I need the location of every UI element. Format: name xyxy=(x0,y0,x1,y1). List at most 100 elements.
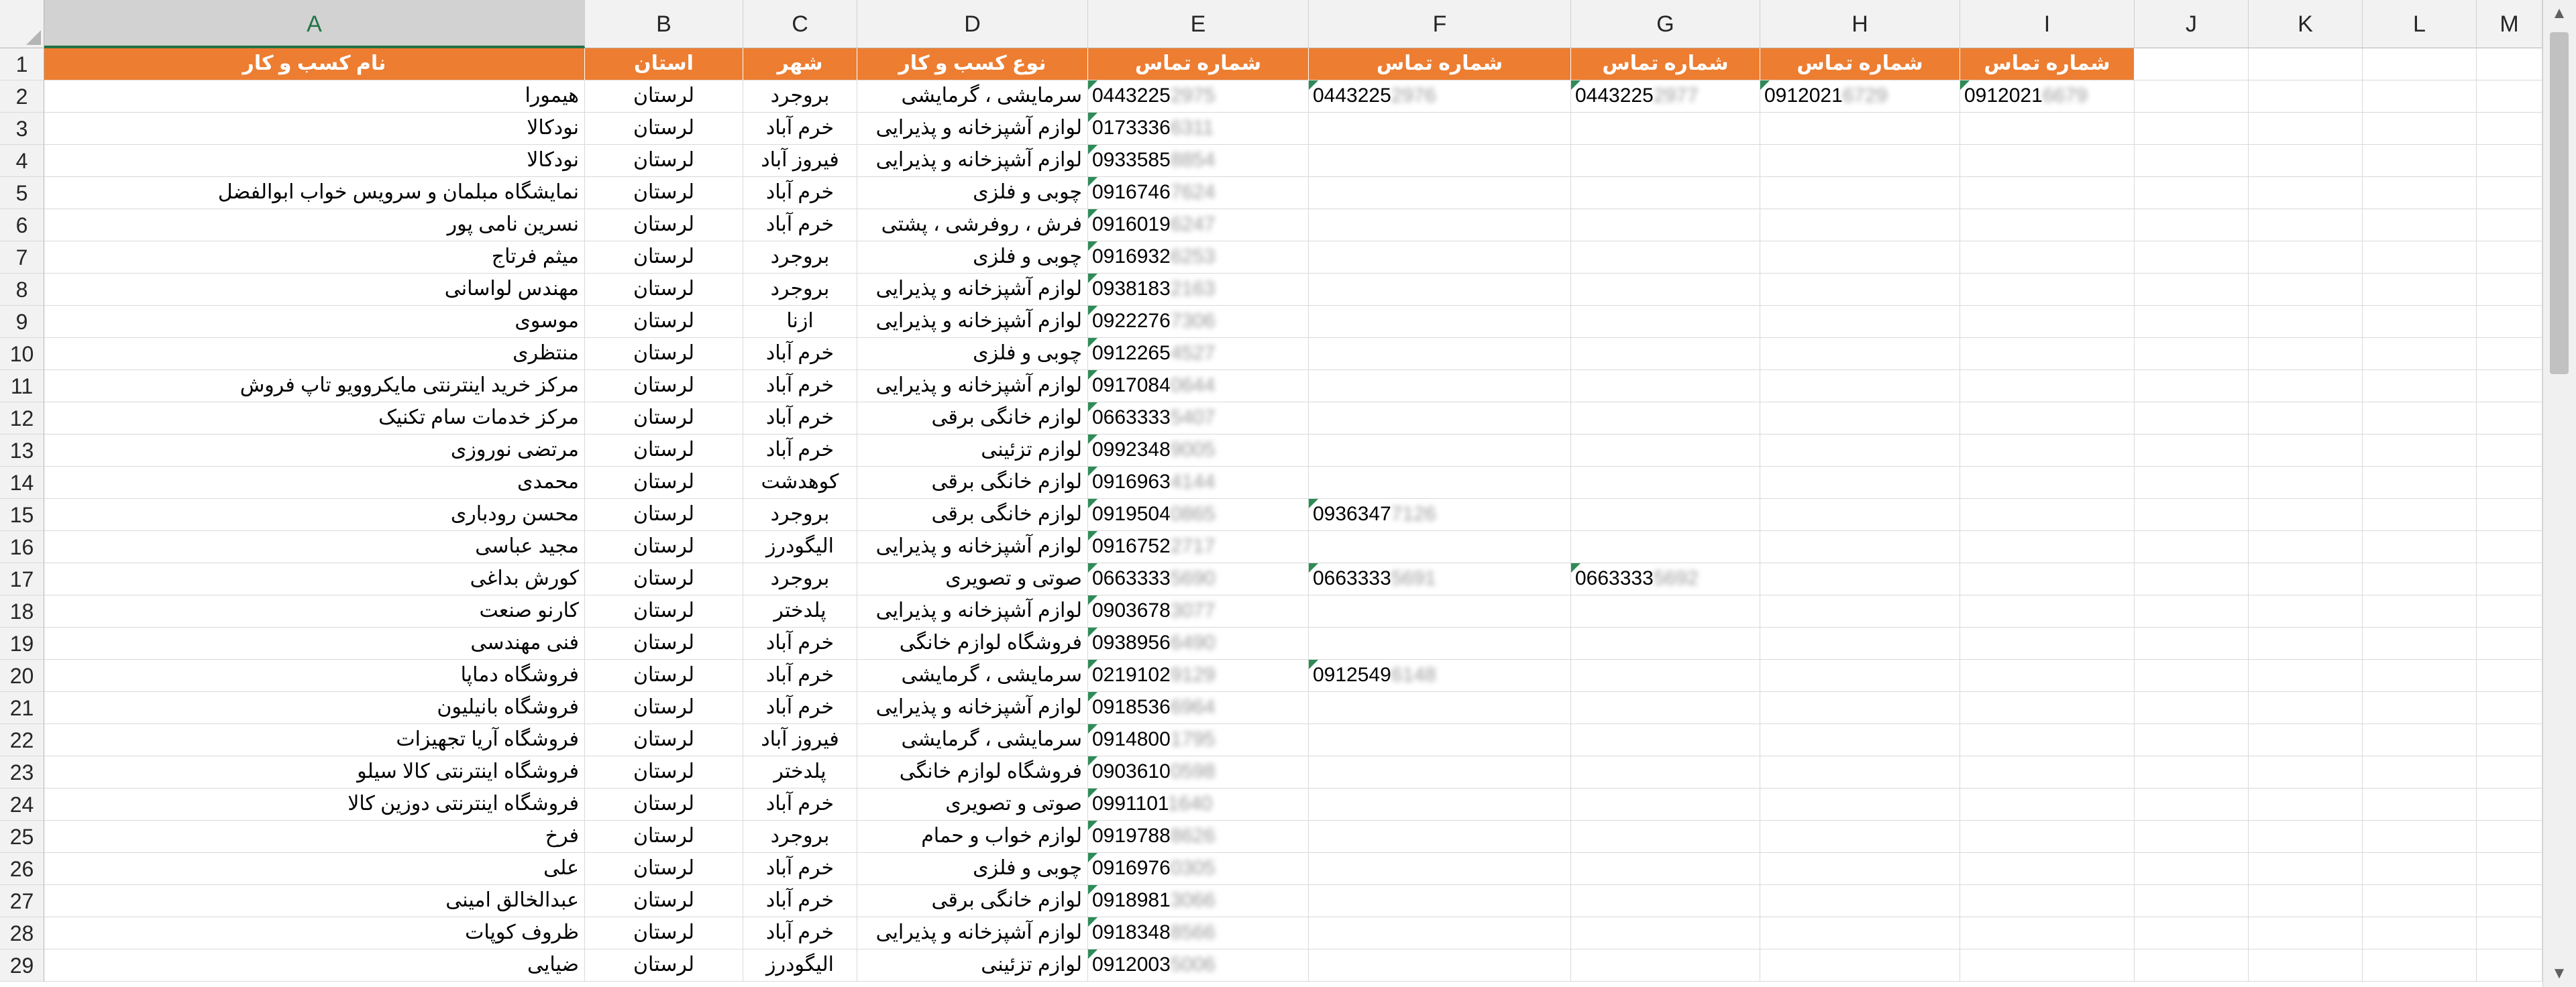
cell[interactable] xyxy=(2249,853,2363,885)
phone-cell[interactable] xyxy=(1760,756,1960,789)
cell[interactable] xyxy=(2363,48,2477,80)
header-cell[interactable]: نام کسب و کار xyxy=(44,48,585,80)
cell[interactable] xyxy=(2249,434,2363,467)
cell[interactable] xyxy=(2135,917,2249,949)
business-type-cell[interactable]: سرمایشی ، گرمایشی xyxy=(857,724,1088,756)
city-cell[interactable]: خرم آباد xyxy=(743,885,857,917)
cell[interactable] xyxy=(2363,370,2477,402)
phone-cell[interactable] xyxy=(1760,274,1960,306)
cell[interactable] xyxy=(2135,724,2249,756)
business-name-cell[interactable]: مرتضی نوروزی xyxy=(44,434,585,467)
phone-cell[interactable] xyxy=(1309,821,1571,853)
row-header[interactable]: 16 xyxy=(0,531,44,563)
business-name-cell[interactable]: میثم فرتاج xyxy=(44,241,585,274)
cell[interactable] xyxy=(2249,628,2363,660)
phone-cell[interactable] xyxy=(1571,660,1760,692)
business-name-cell[interactable]: کورش بداغی xyxy=(44,563,585,595)
phone-cell[interactable] xyxy=(1309,306,1571,338)
phone-cell[interactable]: 06633335692 xyxy=(1571,563,1760,595)
cell[interactable] xyxy=(2249,370,2363,402)
cell[interactable] xyxy=(2363,531,2477,563)
cell[interactable] xyxy=(2135,274,2249,306)
column-header-b[interactable]: B xyxy=(585,0,743,48)
phone-cell[interactable]: 09125496148 xyxy=(1309,660,1571,692)
phone-cell[interactable]: 09169760305 xyxy=(1088,853,1309,885)
business-type-cell[interactable]: فروشگاه لوازم خانگی xyxy=(857,756,1088,789)
city-cell[interactable]: خرم آباد xyxy=(743,113,857,145)
city-cell[interactable]: بروجرد xyxy=(743,499,857,531)
cell[interactable] xyxy=(2477,917,2542,949)
phone-cell[interactable] xyxy=(1760,306,1960,338)
phone-cell[interactable]: 06633335691 xyxy=(1309,563,1571,595)
cell[interactable] xyxy=(2135,48,2249,80)
business-type-cell[interactable]: لوازم خانگی برقی xyxy=(857,885,1088,917)
phone-cell[interactable] xyxy=(1309,434,1571,467)
cell[interactable] xyxy=(2135,209,2249,241)
scrollbar-thumb[interactable] xyxy=(2550,32,2569,374)
business-name-cell[interactable]: فروشگاه بانیلیون xyxy=(44,692,585,724)
province-cell[interactable]: لرستان xyxy=(585,853,743,885)
cell[interactable] xyxy=(2477,885,2542,917)
header-cell[interactable]: نوع کسب و کار xyxy=(857,48,1088,80)
business-name-cell[interactable]: فروشگاه اینترنتی دوزین کالا xyxy=(44,789,585,821)
cell[interactable] xyxy=(2249,338,2363,370)
cell[interactable] xyxy=(2135,595,2249,628)
phone-cell[interactable] xyxy=(1571,241,1760,274)
vertical-scrollbar[interactable]: ▲ ▼ xyxy=(2542,0,2576,987)
cell[interactable] xyxy=(2135,370,2249,402)
city-cell[interactable]: بروجرد xyxy=(743,80,857,113)
phone-cell[interactable] xyxy=(1960,789,2135,821)
header-cell[interactable]: شماره تماس xyxy=(1760,48,1960,80)
province-cell[interactable]: لرستان xyxy=(585,338,743,370)
business-name-cell[interactable]: فروشگاه دماپا xyxy=(44,660,585,692)
phone-cell[interactable]: 09911011640 xyxy=(1088,789,1309,821)
phone-cell[interactable] xyxy=(1960,821,2135,853)
city-cell[interactable]: بروجرد xyxy=(743,274,857,306)
cell[interactable] xyxy=(2249,499,2363,531)
row-header[interactable]: 8 xyxy=(0,274,44,306)
phone-cell[interactable] xyxy=(1960,177,2135,209)
city-cell[interactable]: کوهدشت xyxy=(743,467,857,499)
row-header[interactable]: 6 xyxy=(0,209,44,241)
column-header-a[interactable]: A xyxy=(44,0,585,48)
cell[interactable] xyxy=(2363,595,2477,628)
scroll-down-arrow-icon[interactable]: ▼ xyxy=(2543,960,2575,987)
phone-cell[interactable]: 09036100598 xyxy=(1088,756,1309,789)
business-type-cell[interactable]: لوازم آشپزخانه و پذیرایی xyxy=(857,917,1088,949)
phone-cell[interactable] xyxy=(1309,113,1571,145)
business-type-cell[interactable]: فروشگاه لوازم خانگی xyxy=(857,628,1088,660)
row-header[interactable]: 22 xyxy=(0,724,44,756)
row-header[interactable]: 24 xyxy=(0,789,44,821)
business-name-cell[interactable]: مجید عباسی xyxy=(44,531,585,563)
phone-cell[interactable]: 09197888626 xyxy=(1088,821,1309,853)
phone-cell[interactable] xyxy=(1760,241,1960,274)
column-header-c[interactable]: C xyxy=(743,0,857,48)
phone-cell[interactable] xyxy=(1960,563,2135,595)
phone-cell[interactable]: 09170840644 xyxy=(1088,370,1309,402)
province-cell[interactable]: لرستان xyxy=(585,274,743,306)
phone-cell[interactable] xyxy=(1309,209,1571,241)
business-name-cell[interactable]: موسوی xyxy=(44,306,585,338)
phone-cell[interactable] xyxy=(1760,692,1960,724)
column-header-f[interactable]: F xyxy=(1309,0,1571,48)
cell[interactable] xyxy=(2363,821,2477,853)
cell[interactable] xyxy=(2363,660,2477,692)
column-header-k[interactable]: K xyxy=(2249,0,2363,48)
business-name-cell[interactable]: فروشگاه آریا تجهیزات xyxy=(44,724,585,756)
phone-cell[interactable] xyxy=(1309,853,1571,885)
province-cell[interactable]: لرستان xyxy=(585,467,743,499)
province-cell[interactable]: لرستان xyxy=(585,724,743,756)
phone-cell[interactable]: 09363477126 xyxy=(1309,499,1571,531)
phone-cell[interactable] xyxy=(1960,306,2135,338)
province-cell[interactable]: لرستان xyxy=(585,885,743,917)
business-type-cell[interactable]: لوازم خانگی برقی xyxy=(857,467,1088,499)
business-type-cell[interactable]: لوازم آشپزخانه و پذیرایی xyxy=(857,692,1088,724)
cell[interactable] xyxy=(2249,756,2363,789)
row-header[interactable]: 27 xyxy=(0,885,44,917)
phone-cell[interactable] xyxy=(1309,692,1571,724)
phone-cell[interactable] xyxy=(1571,789,1760,821)
phone-cell[interactable] xyxy=(1309,756,1571,789)
cell[interactable] xyxy=(2477,499,2542,531)
phone-cell[interactable]: 06633335407 xyxy=(1088,402,1309,434)
city-cell[interactable]: پلدختر xyxy=(743,595,857,628)
